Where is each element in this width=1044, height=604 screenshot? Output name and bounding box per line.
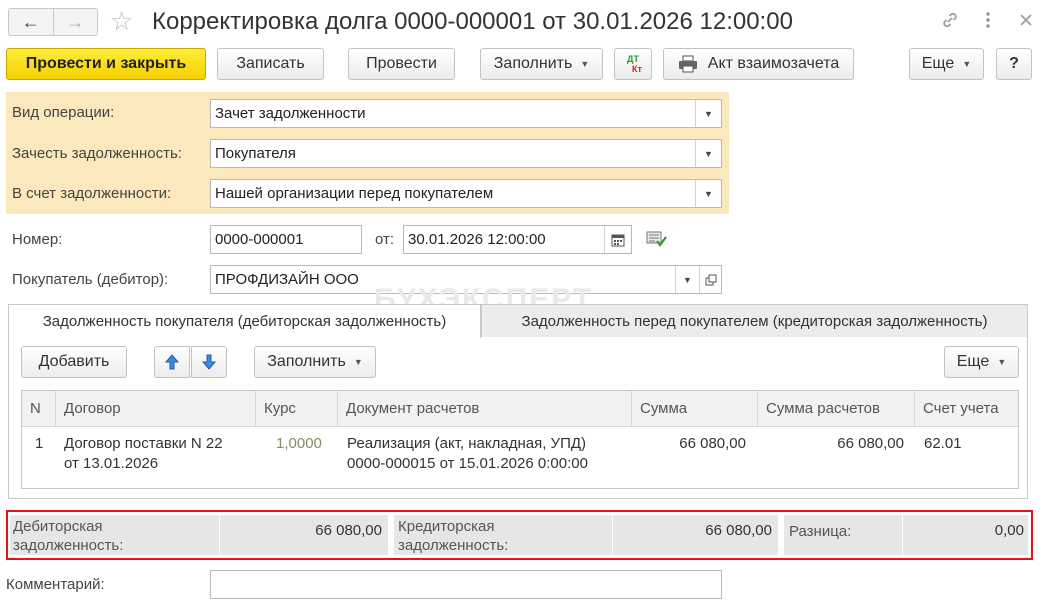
- link-icon[interactable]: [940, 10, 960, 35]
- open-icon[interactable]: [699, 266, 721, 293]
- payable-value-cell: 66 080,00: [613, 515, 778, 555]
- column-header-rate[interactable]: Курс: [256, 391, 338, 427]
- diff-label: Разница:: [789, 523, 852, 540]
- comment-label: Комментарий:: [6, 576, 105, 593]
- number-label: Номер:: [12, 231, 63, 248]
- table-more-dropdown-button[interactable]: Еще ▼: [944, 346, 1019, 378]
- cell-contract: Договор поставки N 22 от 13.01.2026: [64, 435, 223, 472]
- move-down-button[interactable]: [191, 346, 227, 378]
- table-header: N Договор Курс Документ расчетов Сумма С…: [22, 391, 1018, 427]
- navigation-group: ← →: [8, 8, 98, 36]
- receivable-label-cell: Дебиторская задолженность:: [10, 515, 219, 555]
- offset-act-label: Акт взаимозачета: [707, 55, 840, 72]
- cell-rate: 1,0000: [276, 435, 322, 452]
- star-icon[interactable]: ☆: [110, 6, 133, 36]
- tab-payables[interactable]: Задолженность перед покупателем (кредито…: [481, 304, 1028, 337]
- post-and-close-button[interactable]: Провести и закрыть: [6, 48, 206, 80]
- forward-button[interactable]: →: [52, 9, 98, 35]
- receivable-label: Дебиторская: [13, 518, 103, 535]
- table-fill-dropdown-button[interactable]: Заполнить ▼: [254, 346, 376, 378]
- vertical-dots-icon[interactable]: [984, 10, 992, 35]
- number-value: 0000-000001: [215, 231, 304, 248]
- payable-label: Кредиторская: [398, 518, 495, 535]
- offset-act-button[interactable]: Акт взаимозачета: [663, 48, 854, 80]
- number-input[interactable]: 0000-000001: [210, 225, 362, 254]
- against-select[interactable]: Нашей организации перед покупателем ▼: [210, 179, 722, 208]
- calendar-icon[interactable]: [604, 226, 631, 253]
- window-title: Корректировка долга 0000-000001 от 30.01…: [152, 8, 793, 35]
- operation-label: Вид операции:: [12, 104, 115, 121]
- back-button[interactable]: ←: [9, 9, 53, 35]
- post-button[interactable]: Провести: [348, 48, 455, 80]
- buyer-label: Покупатель (дебитор):: [12, 271, 169, 288]
- comment-input[interactable]: [210, 570, 722, 599]
- cell-account: 62.01: [924, 435, 962, 452]
- chevron-down-icon[interactable]: ▼: [695, 140, 721, 167]
- cell-document: Реализация (акт, накладная, УПД) 0000-00…: [347, 435, 588, 472]
- printer-icon: [678, 55, 698, 73]
- chevron-down-icon[interactable]: ▼: [695, 100, 721, 127]
- date-label: от:: [375, 231, 395, 248]
- fill-label: Заполнить: [493, 55, 573, 72]
- save-button[interactable]: Записать: [217, 48, 324, 80]
- cell-sum: 66 080,00: [679, 435, 746, 452]
- move-up-button[interactable]: [154, 346, 190, 378]
- against-label: В счет задолженности:: [12, 185, 172, 202]
- operation-value: Зачет задолженности: [215, 105, 366, 122]
- arrow-up-icon: [165, 354, 179, 370]
- payable-label-cell: Кредиторская задолженность:: [394, 515, 612, 555]
- offset-select[interactable]: Покупателя ▼: [210, 139, 722, 168]
- diff-value-cell: 0,00: [903, 515, 1028, 555]
- cell-calc-sum: 66 080,00: [837, 435, 904, 452]
- more-label: Еще: [921, 55, 955, 72]
- help-button[interactable]: ?: [996, 48, 1032, 80]
- receivables-table: N Договор Курс Документ расчетов Сумма С…: [21, 390, 1019, 489]
- chevron-down-icon[interactable]: ▼: [675, 266, 699, 293]
- arrow-right-icon: →: [66, 11, 85, 32]
- arrow-down-icon: [202, 354, 216, 370]
- receivable-value: 66 080,00: [315, 522, 382, 539]
- table-more-label: Еще: [956, 353, 990, 370]
- arrow-left-icon: ←: [21, 11, 40, 32]
- column-header-account[interactable]: Счет учета: [915, 391, 1018, 427]
- chevron-down-icon: ▼: [997, 357, 1007, 367]
- chevron-down-icon: ▼: [962, 59, 972, 69]
- date-input[interactable]: 30.01.2026 12:00:00: [403, 225, 632, 254]
- offset-value: Покупателя: [215, 145, 296, 162]
- add-row-button[interactable]: Добавить: [21, 346, 127, 378]
- operation-select[interactable]: Зачет задолженности ▼: [210, 99, 722, 128]
- dt-kt-button[interactable]: ДТ Кт: [614, 48, 652, 80]
- document-status-icon: [646, 230, 668, 252]
- diff-value: 0,00: [994, 522, 1024, 539]
- diff-label-cell: Разница:: [784, 515, 902, 555]
- table-fill-label: Заполнить: [267, 353, 346, 370]
- payable-value: 66 080,00: [705, 522, 772, 539]
- cell-n: 1: [35, 435, 44, 452]
- tab-receivables[interactable]: Задолженность покупателя (дебиторская за…: [8, 304, 481, 338]
- column-header-contract[interactable]: Договор: [56, 391, 256, 427]
- dt-kt-icon: ДТ Кт: [627, 54, 642, 74]
- more-dropdown-button[interactable]: Еще ▼: [909, 48, 984, 80]
- receivable-value-cell: 66 080,00: [220, 515, 388, 555]
- column-header-document[interactable]: Документ расчетов: [338, 391, 632, 427]
- close-icon[interactable]: [1018, 10, 1034, 35]
- column-header-n[interactable]: N: [22, 391, 56, 427]
- against-value: Нашей организации перед покупателем: [215, 185, 494, 202]
- chevron-down-icon[interactable]: ▼: [695, 180, 721, 207]
- column-header-calc-sum[interactable]: Сумма расчетов: [758, 391, 915, 427]
- column-header-sum[interactable]: Сумма: [632, 391, 758, 427]
- date-value: 30.01.2026 12:00:00: [408, 231, 546, 248]
- chevron-down-icon: ▼: [353, 357, 363, 367]
- fill-dropdown-button[interactable]: Заполнить ▼: [480, 48, 603, 80]
- offset-label: Зачесть задолженность:: [12, 145, 182, 162]
- totals-panel: Дебиторская задолженность: 66 080,00 Кре…: [6, 510, 1033, 560]
- chevron-down-icon: ▼: [580, 59, 590, 69]
